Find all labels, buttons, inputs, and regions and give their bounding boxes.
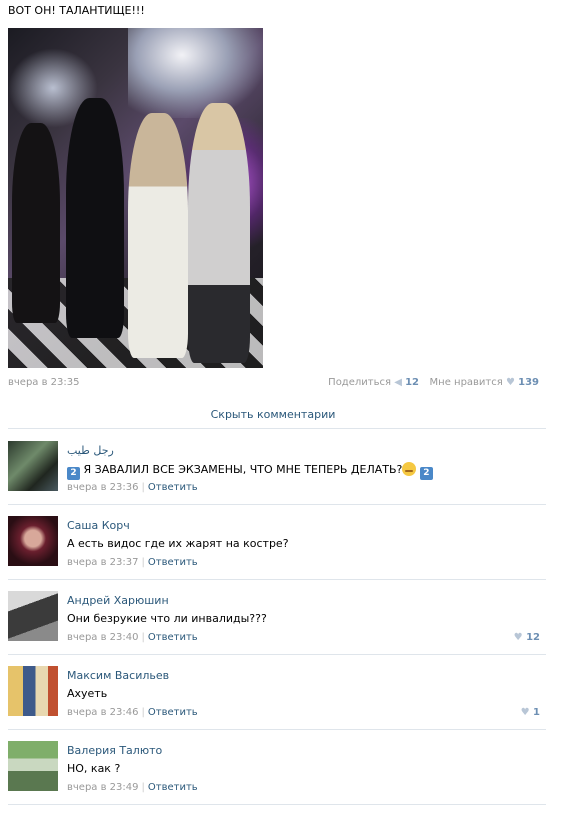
comment-time[interactable]: вчера в 23:36	[67, 482, 139, 493]
comment-text: А есть видос где их жарят на костре?	[67, 537, 289, 550]
comment-text: НО, как ?	[67, 762, 121, 775]
comment-text: 2 Я ЗАВАЛИЛ ВСЕ ЭКЗАМЕНЫ, ЧТО МНЕ ТЕПЕРЬ…	[67, 462, 433, 480]
comment-time[interactable]: вчера в 23:46	[67, 707, 139, 718]
avatar[interactable]	[8, 666, 58, 716]
comment-author[interactable]: رجل طيب	[67, 444, 114, 457]
comment-meta: вчера в 23:36 | Ответить	[67, 482, 198, 493]
avatar[interactable]	[8, 441, 58, 491]
comment-meta: вчера в 23:40 | Ответить	[67, 632, 198, 643]
reply-button[interactable]: Ответить	[148, 782, 198, 793]
like-label: Мне нравится	[429, 377, 503, 388]
comment-meta: вчера в 23:46 | Ответить	[67, 707, 198, 718]
keycap-2-icon: 2	[419, 467, 433, 480]
comment-text: Они безрукие что ли инвалиды???	[67, 612, 267, 625]
comment-author[interactable]: Андрей Харюшин	[67, 594, 169, 607]
comment-text: Ахуеть	[67, 687, 108, 700]
comment-item: Саша Корч А есть видос где их жарят на к…	[8, 504, 546, 580]
like-count: 139	[518, 377, 539, 388]
reply-button[interactable]: Ответить	[148, 482, 198, 493]
share-button[interactable]: Поделиться ◀ 12	[328, 377, 419, 388]
heart-icon: ♥	[520, 707, 530, 718]
pensive-face-icon	[402, 462, 417, 476]
comment-text-body: Я ЗАВАЛИЛ ВСЕ ЭКЗАМЕНЫ, ЧТО МНЕ ТЕПЕРЬ Д…	[83, 463, 403, 476]
post-date[interactable]: вчера в 23:35	[8, 377, 80, 388]
share-label: Поделиться	[328, 377, 391, 388]
keycap-2-icon: 2	[67, 467, 80, 480]
like-button[interactable]: Мне нравится ♥ 139	[430, 377, 539, 388]
post-text: ВОТ ОН! ТАЛАНТИЩЕ!!!	[8, 4, 145, 17]
heart-icon: ♥	[513, 632, 523, 643]
comment-item: Валерия Талюто НО, как ? вчера в 23:49 | О…	[8, 729, 546, 805]
comment-item: رجل طيب 2 Я ЗАВАЛИЛ ВСЕ ЭКЗАМЕНЫ, ЧТО МН…	[8, 429, 546, 505]
comment-author[interactable]: Валерия Талюто	[67, 744, 162, 757]
comment-time[interactable]: вчера в 23:49	[67, 782, 139, 793]
avatar[interactable]	[8, 741, 58, 791]
comment-item: Максим Васильев Ахуеть вчера в 23:46 | Отв…	[8, 654, 546, 730]
comment-like-count: 1	[533, 707, 540, 718]
comment-author[interactable]: Саша Корч	[67, 519, 130, 532]
comment-author[interactable]: Максим Васильев	[67, 669, 169, 682]
heart-icon: ♥	[505, 377, 515, 388]
comment-meta: вчера в 23:49 | Ответить	[67, 782, 198, 793]
reply-button[interactable]: Ответить	[148, 707, 198, 718]
reply-button[interactable]: Ответить	[148, 557, 198, 568]
post-photo[interactable]	[8, 28, 263, 368]
share-count: 12	[405, 377, 419, 388]
comment-like-button[interactable]: ♥ 1	[521, 707, 540, 718]
comment-item: Андрей Харюшин Они безрукие что ли инвал…	[8, 579, 546, 655]
comment-meta: вчера в 23:37 | Ответить	[67, 557, 198, 568]
megaphone-icon: ◀	[394, 377, 402, 388]
post-meta: вчера в 23:35 Поделиться ◀ 12 Мне нравит…	[8, 377, 539, 391]
comment-like-count: 12	[526, 632, 540, 643]
comment-time[interactable]: вчера в 23:37	[67, 557, 139, 568]
comment-time[interactable]: вчера в 23:40	[67, 632, 139, 643]
avatar[interactable]	[8, 591, 58, 641]
hide-comments-link[interactable]: Скрыть комментарии	[0, 408, 546, 421]
comment-like-button[interactable]: ♥ 12	[514, 632, 540, 643]
avatar[interactable]	[8, 516, 58, 566]
reply-button[interactable]: Ответить	[148, 632, 198, 643]
